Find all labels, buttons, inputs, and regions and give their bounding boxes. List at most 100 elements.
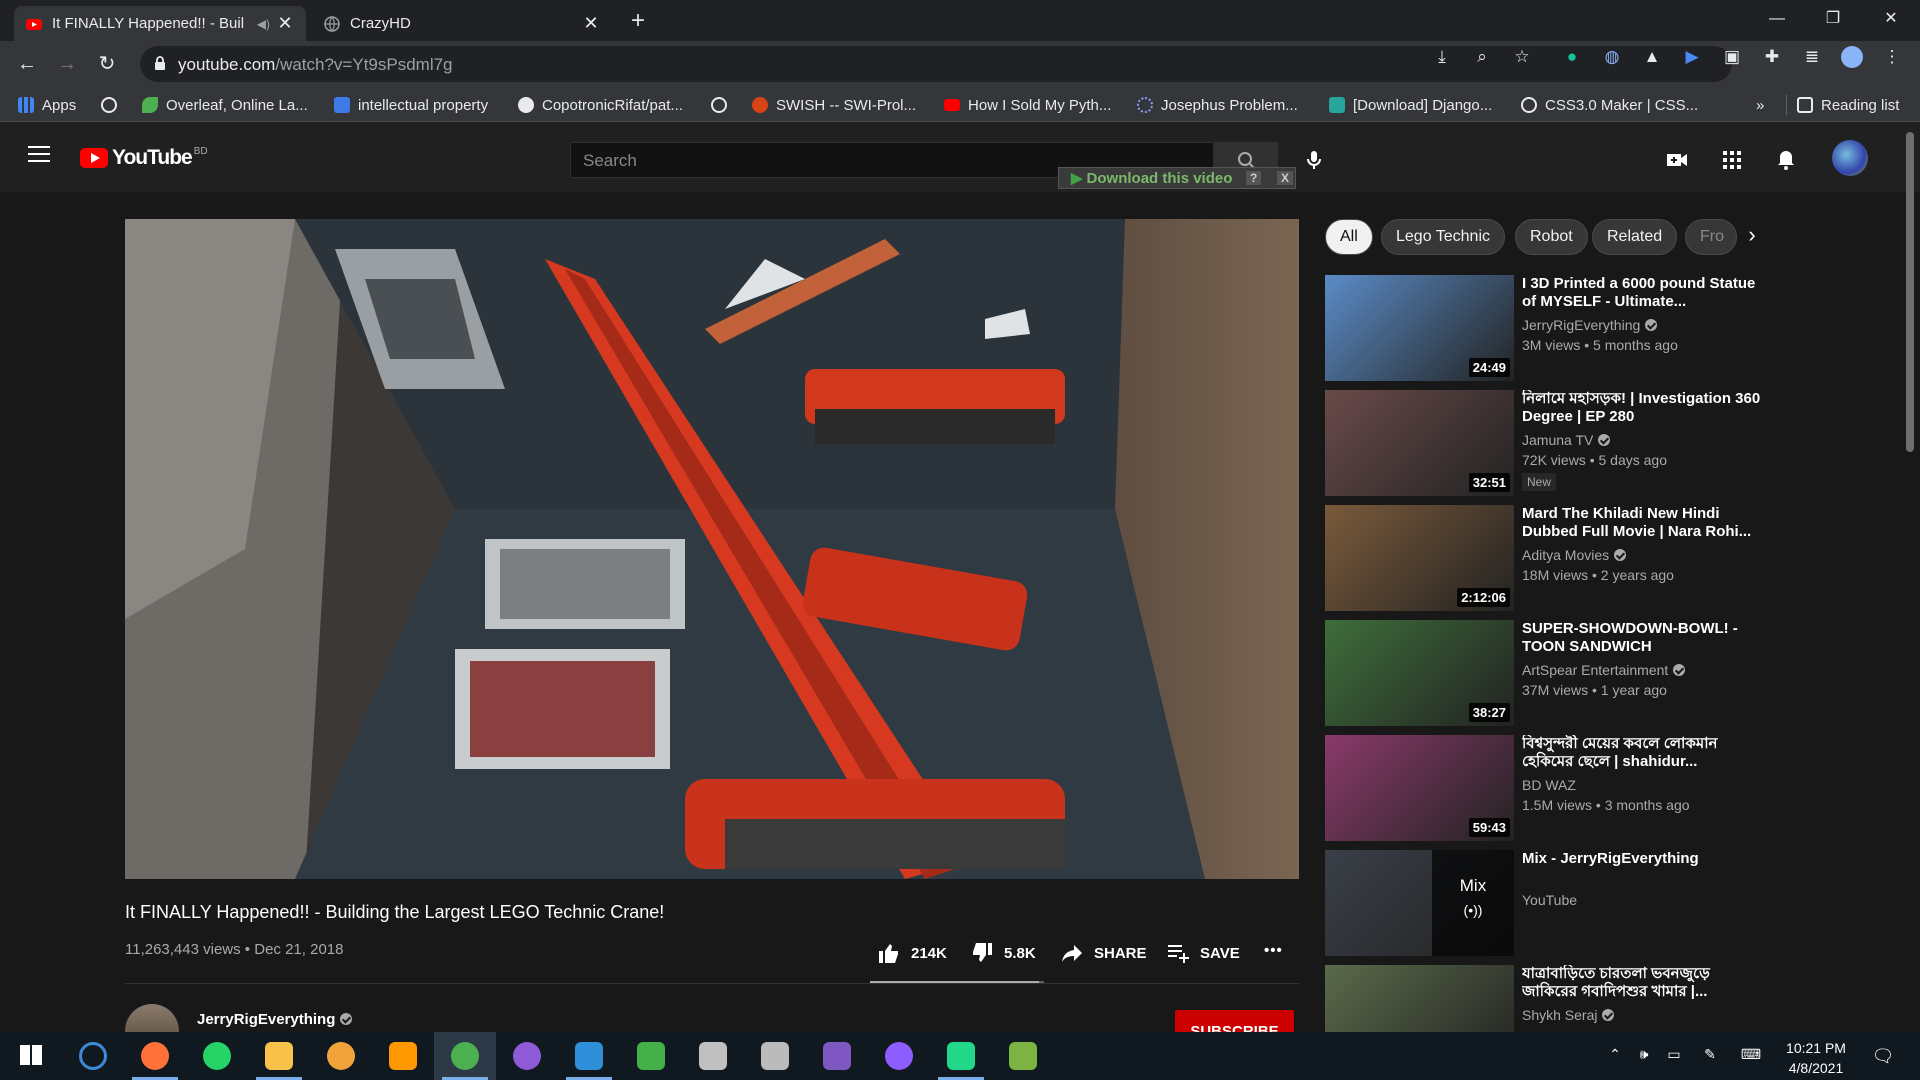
recommendation-title[interactable]: SUPER-SHOWDOWN-BOWL! - TOON SANDWICH (1522, 620, 1762, 656)
profile-avatar[interactable] (1841, 46, 1863, 68)
tray-overflow-icon[interactable]: ⌃ (1605, 1046, 1625, 1066)
download-close-button[interactable]: X (1276, 171, 1293, 185)
account-avatar[interactable] (1832, 140, 1868, 176)
recommendation-channel[interactable]: Shykh Seraj (1522, 1007, 1615, 1023)
more-bookmarks-button[interactable]: » (1756, 95, 1764, 115)
reload-button[interactable]: ↻ (92, 49, 122, 79)
bookmark-josephus[interactable]: Josephus Problem... (1137, 95, 1298, 115)
network-icon[interactable]: ▭ (1664, 1046, 1684, 1066)
save-button[interactable]: SAVE (1166, 942, 1240, 964)
chevron-right-icon[interactable]: › (1740, 222, 1764, 252)
taskbar-notepad-button[interactable] (992, 1032, 1054, 1080)
recommendation-channel[interactable]: BD WAZ (1522, 777, 1576, 793)
youtube-logo[interactable]: YouTube BD (80, 146, 208, 170)
bookmark-youtube-video[interactable]: How I Sold My Pyth... (944, 95, 1111, 115)
recommendation-item[interactable]: 32:51 নিলামে মহাসড়ক! | Investigation 360… (1325, 390, 1765, 500)
recommendation-item[interactable]: 59:43 বিশ্বসুন্দরী মেয়ের কবলে লোকমান হেক… (1325, 735, 1765, 845)
taskbar-clock[interactable]: 10:21 PM 4/8/2021 (1766, 1038, 1866, 1078)
recommendation-item[interactable]: Mix(•))Mix - JerryRigEverythingYouTube⋮ (1325, 850, 1765, 960)
bookmark-globe-2[interactable] (711, 95, 735, 115)
back-button[interactable]: ← (12, 49, 42, 79)
recommendation-channel[interactable]: ArtSpear Entertainment (1522, 662, 1686, 678)
taskbar-inkscape-button[interactable] (744, 1032, 806, 1080)
taskbar-messenger-button[interactable] (868, 1032, 930, 1080)
address-bar[interactable]: youtube.com/watch?v=Yt9sPsdml7g (140, 46, 1732, 82)
tab-crazyhd[interactable]: CrazyHD ✕ (312, 6, 612, 41)
bookmark-django[interactable]: [Download] Django... (1329, 95, 1492, 115)
forward-button[interactable]: → (52, 49, 82, 79)
recommendation-channel[interactable]: Aditya Movies (1522, 547, 1627, 563)
pen-icon[interactable]: ✎ (1700, 1046, 1720, 1066)
video-thumbnail[interactable]: Mix (•)) (1325, 850, 1514, 956)
recommendation-item[interactable]: 24:49 I 3D Printed a 6000 pound Statue of… (1325, 275, 1765, 385)
minimize-button[interactable]: — (1750, 0, 1804, 41)
bookmark-overleaf[interactable]: Overleaf, Online La... (142, 95, 308, 115)
chip-related[interactable]: Related (1592, 219, 1678, 255)
taskbar-cortana-button[interactable] (62, 1032, 124, 1080)
chrome-menu-icon[interactable]: ⋮ (1881, 46, 1903, 68)
dislike-button[interactable]: 5.8K (970, 942, 1036, 964)
recommendation-title[interactable]: বিশ্বসুন্দরী মেয়ের কবলে লোকমান হেকিমের … (1522, 735, 1762, 771)
share-button[interactable]: SHARE (1060, 942, 1147, 964)
recommendation-channel[interactable]: Jamuna TV (1522, 432, 1611, 448)
taskbar-pycharm-button[interactable] (930, 1032, 992, 1080)
grammarly-extension-icon[interactable]: ● (1561, 46, 1583, 68)
recommendation-channel[interactable]: JerryRigEverything (1522, 317, 1658, 333)
lock-icon[interactable] (154, 56, 166, 70)
keyboard-icon[interactable]: ⌨ (1736, 1046, 1766, 1066)
play-extension-icon[interactable]: ▶ (1681, 46, 1703, 68)
notifications-bell-icon[interactable] (1774, 148, 1798, 172)
close-tab-icon[interactable]: ✕ (582, 13, 600, 34)
bookmark-globe-1[interactable] (101, 95, 125, 115)
like-button[interactable]: 214K (877, 942, 947, 964)
recommendation-title[interactable]: যাত্রাবাড়িতে চারতলা ভবনজুড়ে জাকিরের গব… (1522, 965, 1762, 1001)
video-thumbnail[interactable]: 59:43 (1325, 735, 1514, 841)
recommendation-title[interactable]: I 3D Printed a 6000 pound Statue of MYSE… (1522, 275, 1762, 311)
page-scrollbar[interactable] (1906, 132, 1914, 452)
volume-icon[interactable]: 🕪 (1634, 1046, 1654, 1066)
taskbar-whatsapp-button[interactable] (186, 1032, 248, 1080)
more-actions-button[interactable]: ••• (1264, 942, 1283, 959)
camera-extension-icon[interactable]: ▣ (1721, 46, 1743, 68)
taskbar-chrome-button[interactable] (434, 1032, 496, 1080)
taskbar-brave-button[interactable] (310, 1032, 372, 1080)
bookmark-intellectual-property[interactable]: intellectual property (334, 95, 488, 115)
taskbar-start-button[interactable] (0, 1032, 62, 1080)
chip-robot[interactable]: Robot (1515, 219, 1588, 255)
download-help-button[interactable]: ? (1246, 171, 1262, 185)
taskbar-github-desktop-button[interactable] (496, 1032, 558, 1080)
video-thumbnail[interactable]: 32:51 (1325, 390, 1514, 496)
channel-name[interactable]: JerryRigEverything (197, 1011, 353, 1028)
apps-grid-icon[interactable] (1720, 148, 1744, 172)
audio-playing-icon[interactable]: ◀) (257, 17, 270, 31)
bookmark-css3-maker[interactable]: CSS3.0 Maker | CSS... (1521, 95, 1698, 115)
chip-lego-technic[interactable]: Lego Technic (1381, 219, 1505, 255)
bookmark-copotronic[interactable]: CopotronicRifat/pat... (518, 95, 683, 115)
create-video-icon[interactable] (1665, 148, 1689, 172)
reading-list-button[interactable]: Reading list (1786, 95, 1899, 115)
new-tab-button[interactable]: + (624, 8, 652, 36)
bookmark-apps[interactable]: Apps (18, 95, 76, 115)
close-tab-icon[interactable]: ✕ (276, 13, 294, 34)
recommendation-title[interactable]: Mix - JerryRigEverything (1522, 850, 1762, 868)
extensions-puzzle-icon[interactable]: ✚ (1761, 46, 1783, 68)
recommendation-title[interactable]: Mard The Khiladi New Hindi Dubbed Full M… (1522, 505, 1762, 541)
notification-center-icon[interactable]: 🗨 (1868, 1046, 1898, 1066)
chip-from[interactable]: Fro (1685, 219, 1737, 255)
install-app-icon[interactable]: ⤓ (1431, 46, 1453, 68)
recommendation-item[interactable]: 2:12:06 Mard The Khiladi New Hindi Dubbed… (1325, 505, 1765, 615)
media-control-icon[interactable]: ≣ (1801, 46, 1823, 68)
taskbar-vscode-button[interactable] (558, 1032, 620, 1080)
recommendation-title[interactable]: নিলামে মহাসড়ক! | Investigation 360 Degr… (1522, 390, 1762, 426)
recommendation-item[interactable]: 38:27 SUPER-SHOWDOWN-BOWL! - TOON SANDWIC… (1325, 620, 1765, 730)
recommendation-channel[interactable]: YouTube (1522, 892, 1577, 908)
video-thumbnail[interactable]: 38:27 (1325, 620, 1514, 726)
microphone-icon[interactable] (1302, 148, 1326, 172)
video-thumbnail[interactable]: 24:49 (1325, 275, 1514, 381)
taskbar-firefox-button[interactable] (124, 1032, 186, 1080)
restore-button[interactable]: ❐ (1806, 0, 1860, 41)
taskbar-spyder-button[interactable] (682, 1032, 744, 1080)
extension-a-icon[interactable]: ▲ (1641, 46, 1663, 68)
taskbar-visual-studio-button[interactable] (806, 1032, 868, 1080)
taskbar-sublime-button[interactable] (372, 1032, 434, 1080)
